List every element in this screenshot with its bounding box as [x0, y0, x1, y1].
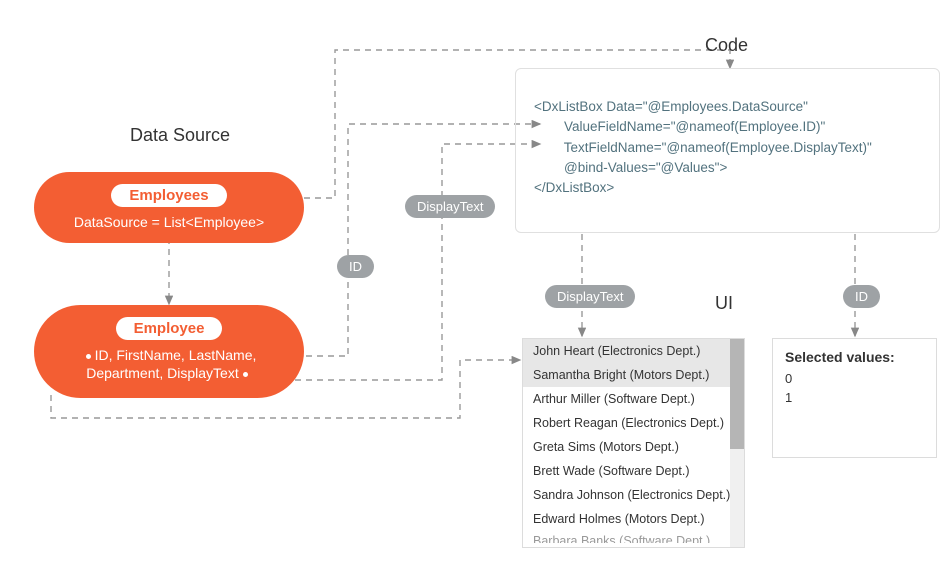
employee-fields: ID, FirstName, LastName, Department, Dis… — [48, 346, 290, 382]
bubble-employee: Employee ID, FirstName, LastName, Depart… — [34, 305, 304, 398]
section-title-datasource: Data Source — [130, 125, 230, 146]
section-title-code: Code — [705, 35, 748, 56]
code-line-5: </DxListBox> — [534, 178, 927, 198]
bullet-icon — [243, 372, 248, 377]
list-item[interactable]: Greta Sims (Motors Dept.) — [523, 435, 744, 459]
selected-values-panel: Selected values: 0 1 — [772, 338, 937, 458]
scrollbar-thumb[interactable] — [730, 339, 744, 449]
employees-pill: Employees — [111, 184, 226, 207]
section-title-ui: UI — [715, 293, 733, 314]
code-line-3: TextFieldName="@nameof(Employee.DisplayT… — [534, 138, 927, 158]
code-panel: <DxListBox Data="@Employees.DataSource" … — [515, 68, 940, 233]
list-item[interactable]: Arthur Miller (Software Dept.) — [523, 387, 744, 411]
code-line-1: <DxListBox Data="@Employees.DataSource" — [534, 97, 927, 117]
tag-displaytext-upper: DisplayText — [405, 195, 495, 218]
employee-pill: Employee — [116, 317, 223, 340]
tag-id-lower: ID — [843, 285, 880, 308]
code-line-2: ValueFieldName="@nameof(Employee.ID)" — [534, 117, 927, 137]
list-item[interactable]: Robert Reagan (Electronics Dept.) — [523, 411, 744, 435]
list-item[interactable]: Brett Wade (Software Dept.) — [523, 459, 744, 483]
listbox[interactable]: John Heart (Electronics Dept.) Samantha … — [522, 338, 745, 548]
selected-value: 0 — [785, 371, 924, 386]
list-item[interactable]: Samantha Bright (Motors Dept.) — [523, 363, 744, 387]
employee-fields-line1: ID, FirstName, LastName, — [95, 347, 257, 363]
employee-fields-line2: Department, DisplayText — [86, 365, 239, 381]
employees-subtext: DataSource = List<Employee> — [34, 213, 304, 231]
tag-displaytext-lower: DisplayText — [545, 285, 635, 308]
code-line-4: @bind-Values="@Values"> — [534, 158, 927, 178]
tag-id-upper: ID — [337, 255, 374, 278]
bullet-icon — [86, 354, 91, 359]
scrollbar[interactable] — [730, 339, 744, 547]
list-item[interactable]: John Heart (Electronics Dept.) — [523, 339, 744, 363]
list-item[interactable]: Sandra Johnson (Electronics Dept.) — [523, 483, 744, 507]
list-item[interactable]: Edward Holmes (Motors Dept.) — [523, 507, 744, 531]
selected-value: 1 — [785, 390, 924, 405]
bubble-employees: Employees DataSource = List<Employee> — [34, 172, 304, 243]
selected-values-header: Selected values: — [785, 349, 924, 365]
list-item[interactable]: Barbara Banks (Software Dept.) — [523, 531, 744, 543]
